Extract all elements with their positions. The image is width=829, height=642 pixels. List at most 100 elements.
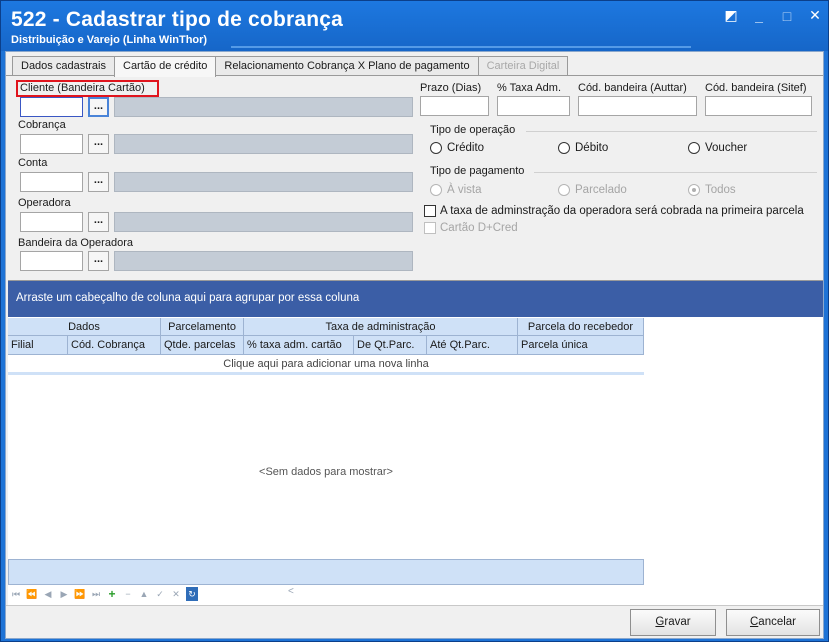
scroll-left-icon[interactable]: < (288, 586, 294, 597)
conta-description-field (114, 172, 413, 192)
cobranca-input[interactable] (20, 134, 83, 154)
operadora-description-field (114, 212, 413, 232)
nav-cancel-icon[interactable]: ✕ (170, 587, 182, 601)
operadora-input[interactable] (20, 212, 83, 232)
bandeira-operadora-input[interactable] (20, 251, 83, 271)
bandeira-operadora-search-button[interactable]: ... (88, 251, 109, 271)
radio-todos-label: Todos (705, 184, 736, 196)
gravar-label: ravar (664, 616, 691, 628)
nav-first-icon[interactable]: ⏮ (10, 587, 22, 601)
nav-delete-icon[interactable]: − (122, 587, 134, 601)
taxa-input[interactable] (497, 96, 570, 116)
main-window: 522 - Cadastrar tipo de cobrança Distrib… (0, 0, 829, 642)
band-taxa-administracao[interactable]: Taxa de administração (244, 318, 518, 336)
gravar-button[interactable]: Gravar (630, 609, 716, 636)
radio-voucher-circle[interactable] (688, 142, 700, 154)
nav-last-icon[interactable]: ⏭ (90, 587, 102, 601)
radio-credito-circle[interactable] (430, 142, 442, 154)
radio-credito[interactable]: Crédito (430, 142, 484, 154)
checkbox-taxa-primeira-parcela-box[interactable] (424, 205, 436, 217)
cod-sitef-input[interactable] (705, 96, 812, 116)
tipo-operacao-title: Tipo de operação (430, 124, 516, 136)
band-header-row: Dados Parcelamento Taxa de administração… (8, 318, 644, 336)
cancelar-button[interactable]: Cancelar (726, 609, 820, 636)
cod-sitef-label: Cód. bandeira (Sitef) (705, 82, 807, 94)
tab-cartao-de-credito[interactable]: Cartão de crédito (114, 56, 217, 77)
operadora-search-button[interactable]: ... (88, 212, 109, 232)
window-subtitle: Distribuição e Varejo (Linha WinThor) (11, 34, 208, 46)
prazo-label: Prazo (Dias) (420, 82, 482, 94)
radio-credito-label: Crédito (447, 142, 485, 154)
checkbox-taxa-primeira-parcela-label: A taxa de adminstração da operadora será… (440, 205, 804, 217)
radio-a-vista: À vista (430, 184, 482, 196)
conta-label: Conta (18, 157, 48, 169)
data-grid: Arraste um cabeçalho de coluna aqui para… (8, 280, 823, 605)
column-de-qt-parc[interactable]: De Qt.Parc. (354, 336, 427, 355)
cobranca-label: Cobrança (18, 119, 66, 131)
column-ate-qt-parc[interactable]: Até Qt.Parc. (427, 336, 518, 355)
nav-post-icon[interactable]: ✓ (154, 587, 166, 601)
close-icon[interactable]: ✕ (808, 7, 822, 24)
title-divider (231, 46, 691, 48)
tab-carteira-digital: Carteira Digital (477, 56, 569, 76)
radio-voucher[interactable]: Voucher (688, 142, 747, 154)
radio-todos-selected-dot (692, 188, 696, 192)
grid-navigator: ⏮ ⏪ ◀ ▶ ⏩ ⏭ + − ▲ ✓ ✕ ↻ (10, 586, 198, 602)
band-dados[interactable]: Dados (8, 318, 161, 336)
cod-auttar-label: Cód. bandeira (Auttar) (578, 82, 687, 94)
tipo-pagamento-title: Tipo de pagamento (430, 165, 525, 177)
nav-append-icon[interactable]: + (106, 587, 118, 601)
cliente-search-button[interactable]: ... (88, 97, 109, 117)
cliente-description-field (114, 97, 413, 117)
cobranca-search-button[interactable]: ... (88, 134, 109, 154)
group-by-panel[interactable]: Arraste um cabeçalho de coluna aqui para… (8, 281, 823, 317)
conta-search-button[interactable]: ... (88, 172, 109, 192)
tab-strip: Dados cadastrais Cartão de crédito Relac… (12, 56, 569, 77)
restore-icon[interactable]: ◩ (724, 7, 738, 24)
nav-next-page-icon[interactable]: ⏩ (74, 587, 86, 601)
tab-relacionamento-cobranca[interactable]: Relacionamento Cobrança X Plano de pagam… (215, 56, 479, 76)
window-title: 522 - Cadastrar tipo de cobrança (11, 8, 344, 31)
nav-edit-icon[interactable]: ▲ (138, 587, 150, 601)
nav-prev-icon[interactable]: ◀ (42, 587, 54, 601)
checkbox-cartao-dcred-box (424, 222, 436, 234)
checkbox-cartao-dcred: Cartão D+Cred (424, 222, 518, 234)
maximize-icon[interactable]: □ (780, 8, 794, 24)
cancelar-label: ancelar (758, 616, 797, 628)
checkbox-taxa-primeira-parcela[interactable]: A taxa de adminstração da operadora será… (424, 205, 804, 217)
client-area: Dados cadastrais Cartão de crédito Relac… (5, 51, 824, 639)
radio-debito[interactable]: Débito (558, 142, 608, 154)
minimize-icon[interactable]: _ (752, 8, 766, 24)
taxa-label: % Taxa Adm. (497, 82, 561, 94)
prazo-input[interactable] (420, 96, 489, 116)
bandeira-operadora-description-field (114, 251, 413, 271)
radio-parcelado-circle (558, 184, 570, 196)
nav-next-icon[interactable]: ▶ (58, 587, 70, 601)
cobranca-description-field (114, 134, 413, 154)
title-bar: 522 - Cadastrar tipo de cobrança Distrib… (1, 1, 828, 51)
radio-debito-circle[interactable] (558, 142, 570, 154)
nav-prev-page-icon[interactable]: ⏪ (26, 587, 38, 601)
radio-parcelado: Parcelado (558, 184, 627, 196)
cod-auttar-input[interactable] (578, 96, 697, 116)
band-parcelamento[interactable]: Parcelamento (161, 318, 244, 336)
nav-refresh-icon[interactable]: ↻ (186, 587, 198, 601)
radio-debito-label: Débito (575, 142, 609, 154)
radio-a-vista-label: À vista (447, 184, 482, 196)
window-controls: ◩ _ □ ✕ (724, 7, 822, 24)
checkbox-cartao-dcred-label: Cartão D+Cred (440, 222, 518, 234)
tab-dados-cadastrais[interactable]: Dados cadastrais (12, 56, 115, 76)
cliente-input[interactable] (20, 97, 83, 117)
cliente-label: Cliente (Bandeira Cartão) (20, 82, 145, 94)
grid-footer (8, 559, 644, 585)
radio-todos: Todos (688, 184, 736, 196)
radio-parcelado-label: Parcelado (575, 184, 627, 196)
column-parcela-unica[interactable]: Parcela única (518, 336, 644, 355)
column-filial[interactable]: Filial (8, 336, 68, 355)
column-taxa-adm-cartao[interactable]: % taxa adm. cartão (244, 336, 354, 355)
conta-input[interactable] (20, 172, 83, 192)
column-cod-cobranca[interactable]: Cód. Cobrança (68, 336, 161, 355)
new-row-prompt[interactable]: Clique aqui para adicionar uma nova linh… (8, 355, 644, 375)
band-parcela-recebedor[interactable]: Parcela do recebedor (518, 318, 644, 336)
column-qtde-parcelas[interactable]: Qtde. parcelas (161, 336, 244, 355)
